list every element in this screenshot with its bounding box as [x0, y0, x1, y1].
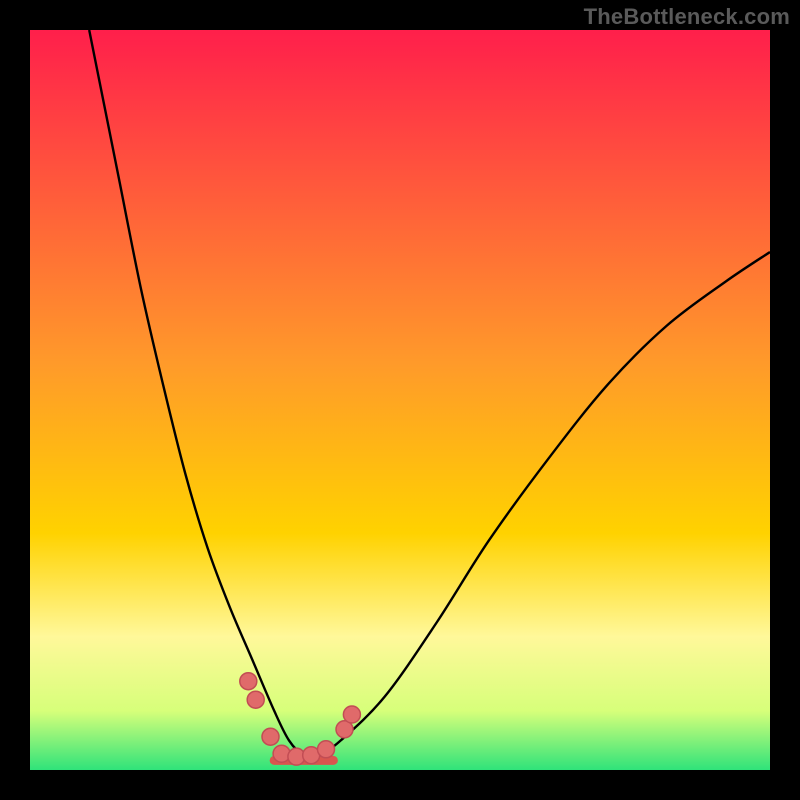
plot-area	[30, 30, 770, 770]
marker-point	[273, 745, 290, 762]
marker-point	[318, 741, 335, 758]
bottleneck-plot	[30, 30, 770, 770]
chart-frame: TheBottleneck.com	[0, 0, 800, 800]
gradient-background	[30, 30, 770, 770]
watermark-text: TheBottleneck.com	[584, 4, 790, 30]
marker-point	[262, 728, 279, 745]
marker-point	[240, 673, 257, 690]
marker-point	[343, 706, 360, 723]
marker-point	[247, 691, 264, 708]
